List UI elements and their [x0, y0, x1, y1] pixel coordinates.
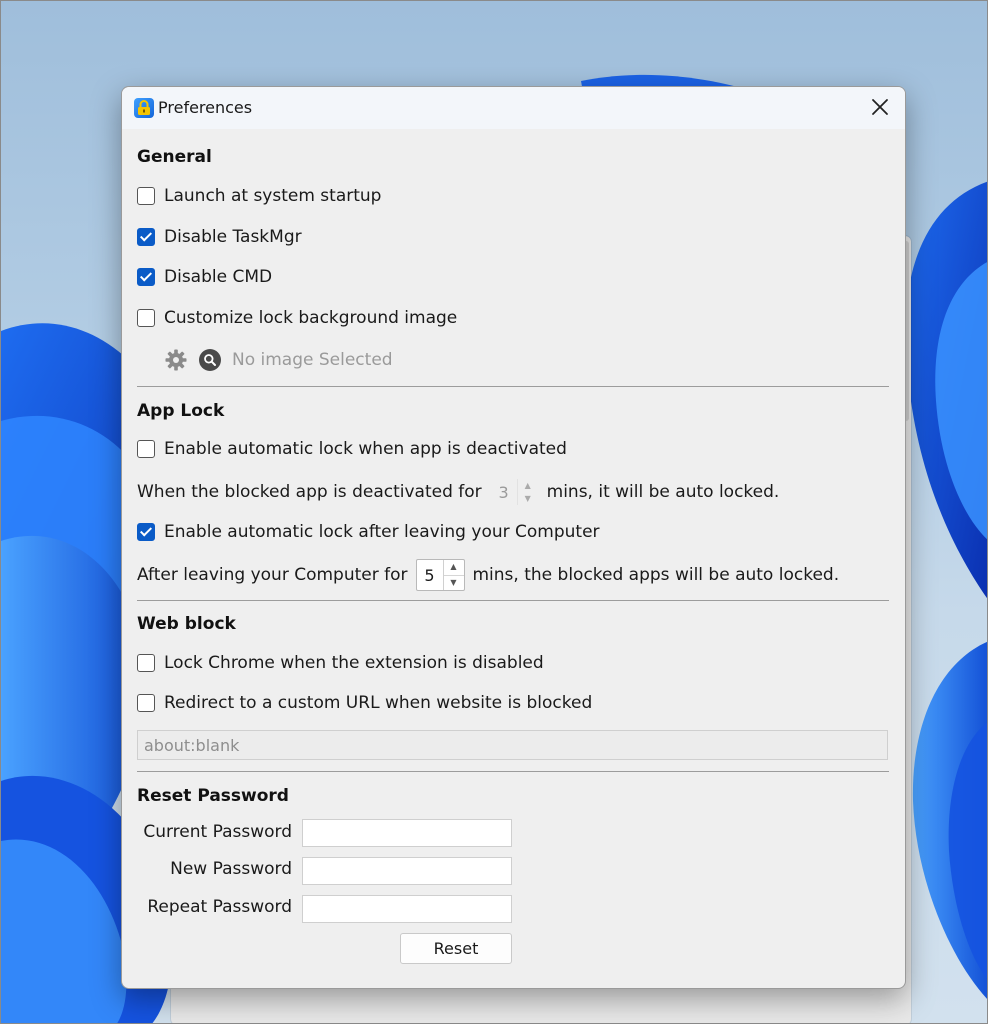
section-divider [137, 600, 889, 601]
current-password-field[interactable] [302, 819, 512, 847]
disable-taskmgr-label: Disable TaskMgr [164, 227, 302, 247]
reset-button[interactable]: Reset [400, 933, 512, 964]
section-divider [137, 386, 889, 387]
disable-cmd-checkbox[interactable] [137, 268, 155, 286]
section-title-reset-password: Reset Password [137, 786, 289, 806]
new-password-label: New Password [170, 859, 292, 879]
disable-cmd-label: Disable CMD [164, 267, 273, 287]
auto-lock-leaving-checkbox[interactable] [137, 523, 155, 541]
redirect-checkbox[interactable] [137, 694, 155, 712]
launch-startup-checkbox[interactable] [137, 187, 155, 205]
close-icon[interactable] [869, 96, 891, 118]
new-password-field[interactable] [302, 857, 512, 885]
lock-chrome-option[interactable]: Lock Chrome when the extension is disabl… [137, 652, 544, 674]
customize-bg-checkbox[interactable] [137, 309, 155, 327]
section-title-general: General [137, 147, 212, 167]
deactivated-minutes-value: 3 [498, 482, 509, 502]
auto-lock-deactivated-checkbox[interactable] [137, 440, 155, 458]
customize-bg-option[interactable]: Customize lock background image [137, 307, 457, 329]
section-title-app-lock: App Lock [137, 401, 225, 421]
disable-taskmgr-option[interactable]: Disable TaskMgr [137, 226, 302, 248]
image-status-text: No image Selected [232, 350, 393, 370]
deactivated-prefix-text: When the blocked app is deactivated for [137, 482, 482, 502]
leaving-minutes-stepper[interactable]: 5 ▲ ▼ [415, 559, 465, 591]
stepper-up-icon[interactable]: ▲ [443, 560, 464, 576]
lock-chrome-label: Lock Chrome when the extension is disabl… [164, 653, 544, 673]
stepper-down-icon[interactable]: ▼ [518, 492, 538, 505]
disable-taskmgr-checkbox[interactable] [137, 228, 155, 246]
redirect-option[interactable]: Redirect to a custom URL when website is… [137, 692, 592, 714]
deactivated-suffix-text: mins, it will be auto locked. [546, 482, 780, 502]
leaving-timeout-row: After leaving your Computer for 5 ▲ ▼ mi… [137, 559, 839, 591]
redirect-label: Redirect to a custom URL when website is… [164, 693, 593, 713]
stepper-up-icon[interactable]: ▲ [518, 479, 538, 492]
preferences-content: General Launch at system startup Disable… [122, 129, 905, 988]
leaving-minutes-value[interactable]: 5 [417, 566, 443, 585]
repeat-password-field[interactable] [302, 895, 512, 923]
section-title-web-block: Web block [137, 614, 236, 634]
deactivated-minutes-stepper[interactable]: 3 ▲ ▼ [490, 478, 539, 506]
leaving-suffix-text: mins, the blocked apps will be auto lock… [472, 565, 840, 585]
auto-lock-deactivated-label: Enable automatic lock when app is deacti… [164, 439, 567, 459]
auto-lock-deactivated-option[interactable]: Enable automatic lock when app is deacti… [137, 438, 567, 460]
auto-lock-leaving-option[interactable]: Enable automatic lock after leaving your… [137, 521, 600, 543]
background-image-row: No image Selected [164, 347, 393, 373]
lock-chrome-checkbox[interactable] [137, 654, 155, 672]
section-divider [137, 771, 889, 772]
lock-icon [134, 98, 154, 118]
deactivated-timeout-row: When the blocked app is deactivated for … [137, 477, 779, 507]
auto-lock-leaving-label: Enable automatic lock after leaving your… [164, 522, 600, 542]
window-title: Preferences [158, 98, 253, 117]
title-bar: Preferences [122, 87, 905, 129]
repeat-password-label: Repeat Password [147, 897, 292, 917]
launch-startup-label: Launch at system startup [164, 186, 382, 206]
customize-bg-label: Customize lock background image [164, 308, 458, 328]
gear-icon[interactable] [164, 348, 188, 372]
redirect-url-value: about:blank [144, 735, 240, 755]
leaving-prefix-text: After leaving your Computer for [137, 565, 408, 585]
preferences-dialog: Preferences General Launch at system sta… [121, 86, 906, 989]
current-password-label: Current Password [143, 822, 292, 842]
search-icon[interactable] [198, 348, 222, 372]
launch-startup-option[interactable]: Launch at system startup [137, 185, 381, 207]
stepper-down-icon[interactable]: ▼ [444, 576, 464, 591]
redirect-url-input[interactable]: about:blank [137, 730, 888, 760]
disable-cmd-option[interactable]: Disable CMD [137, 266, 272, 288]
